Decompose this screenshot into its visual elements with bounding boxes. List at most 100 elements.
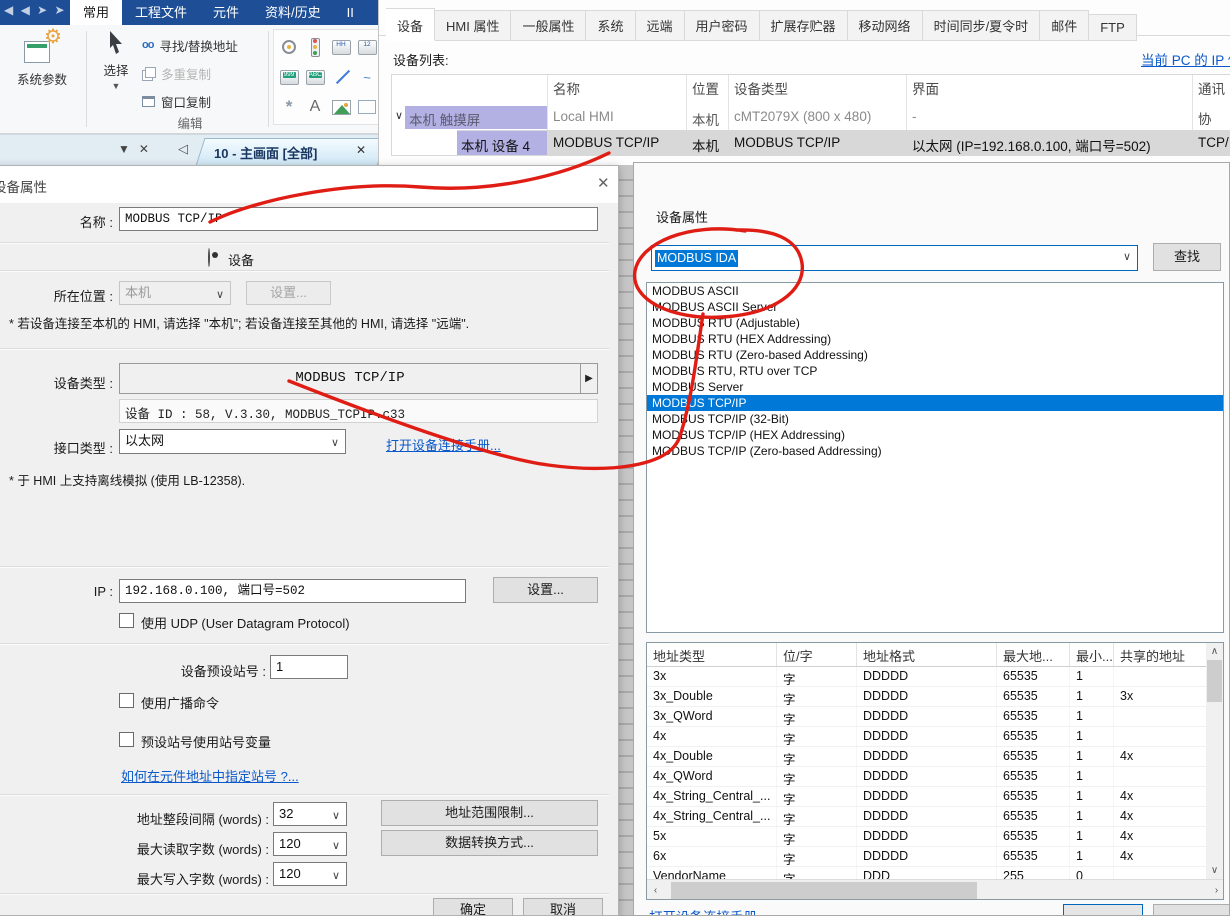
line-tool-icon[interactable] [332, 68, 350, 86]
col-header-location[interactable]: 位置 [692, 75, 719, 105]
name-input[interactable]: MODBUS TCP/IP [119, 207, 598, 231]
ribbon-tab[interactable]: 资料/历史 [252, 0, 334, 25]
col-header-type[interactable]: 设备类型 [734, 75, 788, 105]
horizontal-scrollbar[interactable]: ‹ › [647, 879, 1224, 900]
picture-tool-icon[interactable] [332, 100, 351, 115]
parameter-tab[interactable]: HMI 属性 [435, 10, 511, 41]
address-table-row[interactable]: 3x 字 DDDDD 65535 1 [647, 667, 1208, 687]
driver-list-item[interactable]: MODBUS TCP/IP (HEX Addressing) [647, 427, 1223, 443]
driver-list-item[interactable]: MODBUS TCP/IP (32-Bit) [647, 411, 1223, 427]
system-parameters-button[interactable]: ⚙ 系统参数 [5, 33, 79, 88]
document-tab-label[interactable]: 10 - 主画面 [全部] [214, 143, 317, 162]
driver-listbox[interactable]: MODBUS ASCIIMODBUS ASCII ServerMODBUS RT… [646, 282, 1224, 633]
parameter-tab[interactable]: 远端 [636, 10, 685, 41]
shape-tool-icon[interactable] [358, 100, 376, 114]
data-convert-button[interactable]: 数据转换方式... [381, 830, 598, 856]
ok-button[interactable]: 确定 [433, 898, 513, 916]
address-col-header[interactable]: 共享的地址 [1114, 643, 1208, 666]
select-tool-button[interactable]: 选择 ▼ [92, 31, 140, 91]
window-copy-item[interactable]: 窗口复制 [142, 89, 238, 113]
address-col-header[interactable]: 地址格式 [857, 643, 997, 666]
driver-list-item[interactable]: MODBUS Server [647, 379, 1223, 395]
max-write-combo[interactable]: 120∨ [273, 862, 347, 886]
col-header-name[interactable]: 名称 [553, 75, 580, 105]
dialog-titlebar[interactable] [0, 166, 619, 203]
address-col-header[interactable]: 最大地... [997, 643, 1070, 666]
driver-list-item[interactable]: MODBUS ASCII [647, 283, 1223, 299]
word-switch-icon[interactable]: 12 [358, 40, 377, 55]
broadcast-checkbox[interactable] [119, 693, 134, 708]
device-row-modbus[interactable]: 本机 设备 4 MODBUS TCP/IP 本机 MODBUS TCP/IP 以… [392, 130, 1230, 156]
current-pc-ip-link[interactable]: 当前 PC 的 IP 信 [1141, 49, 1230, 69]
text-tool-icon[interactable]: A [310, 98, 321, 116]
device-type-expand-icon[interactable]: ▶ [581, 363, 598, 394]
parameter-tab[interactable]: 扩展存贮器 [760, 10, 848, 41]
parameter-tab[interactable]: 用户密码 [685, 10, 760, 41]
expand-chevron-icon[interactable]: ∨ [395, 109, 403, 122]
find-button[interactable]: 查找 [1153, 243, 1221, 271]
pane-controls[interactable]: ▼✕ [118, 142, 158, 156]
ascii-display-icon[interactable]: ABC [306, 70, 325, 85]
interval-combo[interactable]: 32∨ [273, 802, 347, 826]
dialog-ok-button[interactable] [1063, 904, 1143, 916]
driver-list-item[interactable]: MODBUS RTU (Adjustable) [647, 315, 1223, 331]
driver-list-item[interactable]: MODBUS RTU (Zero-based Addressing) [647, 347, 1223, 363]
ribbon-tab[interactable]: 常用 [70, 0, 122, 25]
address-table-row[interactable]: 3x_Double 字 DDDDD 65535 1 3x [647, 687, 1208, 707]
ribbon-tab[interactable]: II [334, 0, 367, 25]
background-scrollbar-strip[interactable] [619, 165, 633, 916]
address-col-header[interactable]: 最小... [1070, 643, 1114, 666]
document-tab-close-icon[interactable]: ✕ [356, 143, 366, 157]
dialog-cancel-button[interactable] [1153, 904, 1230, 916]
ribbon-tab[interactable]: 工程文件 [122, 0, 200, 25]
horizontal-scroll-thumb[interactable] [671, 882, 977, 900]
ip-settings-button[interactable]: 设置... [493, 577, 598, 603]
select-dropdown-arrow[interactable]: ▼ [92, 81, 140, 91]
driver-list-item[interactable]: MODBUS RTU, RTU over TCP [647, 363, 1223, 379]
parameter-tab[interactable]: 移动网络 [848, 10, 923, 41]
toggle-switch-icon[interactable]: HH [332, 40, 351, 55]
col-header-interface[interactable]: 界面 [912, 75, 939, 105]
parameter-tab[interactable]: FTP [1089, 14, 1137, 41]
parameter-tab[interactable]: 时间同步/夏令时 [923, 10, 1041, 41]
parameter-tab[interactable]: 邮件 [1040, 10, 1089, 41]
ribbon-tab[interactable]: 元件 [200, 0, 252, 25]
word-lamp-icon[interactable] [311, 38, 320, 57]
scroll-left-icon[interactable]: ‹ [647, 882, 664, 899]
polyline-tool-icon[interactable]: ~ [363, 70, 371, 85]
address-range-button[interactable]: 地址范围限制... [381, 800, 598, 826]
pipe-tool-icon[interactable]: * [286, 97, 293, 117]
address-table-row[interactable]: 6x 字 DDDDD 65535 1 4x [647, 847, 1208, 867]
address-col-header[interactable]: 地址类型 [647, 643, 777, 666]
vertical-scrollbar[interactable]: ∧ ∨ [1206, 643, 1223, 879]
station-input[interactable]: 1 [270, 655, 348, 679]
ip-field[interactable]: 192.168.0.100, 端口号=502 [119, 579, 466, 603]
address-table-row[interactable]: 4x_Double 字 DDDDD 65535 1 4x [647, 747, 1208, 767]
bit-lamp-icon[interactable] [282, 40, 296, 54]
station-help-link[interactable]: 如何在元件地址中指定站号 ?... [121, 766, 299, 785]
driver-search-combo[interactable]: MODBUS IDA ∨ [651, 245, 1138, 271]
numeric-display-icon[interactable]: 999 [280, 70, 299, 85]
find-replace-address-item[interactable]: oo 寻找/替换地址 [142, 33, 238, 57]
udp-checkbox[interactable] [119, 613, 134, 628]
address-col-header[interactable]: 位/字 [777, 643, 857, 666]
address-table-row[interactable]: 4x_String_Central_... 字 DDDDD 65535 1 4x [647, 807, 1208, 827]
address-table-row[interactable]: 4x_String_Central_... 字 DDDDD 65535 1 4x [647, 787, 1208, 807]
parameter-tab[interactable]: 一般属性 [511, 10, 586, 41]
parameter-tab[interactable]: 设备 [386, 8, 435, 41]
open-manual-link-2[interactable]: 打开设备连接手册... [649, 906, 768, 916]
device-type-button[interactable]: MODBUS TCP/IP [119, 363, 581, 394]
driver-list-item[interactable]: MODBUS TCP/IP (Zero-based Addressing) [647, 443, 1223, 459]
station-var-checkbox[interactable] [119, 732, 134, 747]
driver-list-item[interactable]: MODBUS RTU (HEX Addressing) [647, 331, 1223, 347]
combo-dropdown-icon[interactable]: ∨ [1123, 250, 1131, 263]
max-read-combo[interactable]: 120∨ [273, 832, 347, 856]
parameter-tab[interactable]: 系统 [586, 10, 635, 41]
driver-list-item[interactable]: MODBUS ASCII Server [647, 299, 1223, 315]
open-manual-link[interactable]: 打开设备连接手册... [386, 435, 501, 454]
scroll-up-icon[interactable]: ∧ [1206, 643, 1223, 660]
address-table-row[interactable]: 4x_QWord 字 DDDDD 65535 1 [647, 767, 1208, 787]
device-radio[interactable] [208, 248, 210, 267]
cancel-button[interactable]: 取消 [523, 898, 603, 916]
vertical-scroll-thumb[interactable] [1207, 660, 1222, 702]
